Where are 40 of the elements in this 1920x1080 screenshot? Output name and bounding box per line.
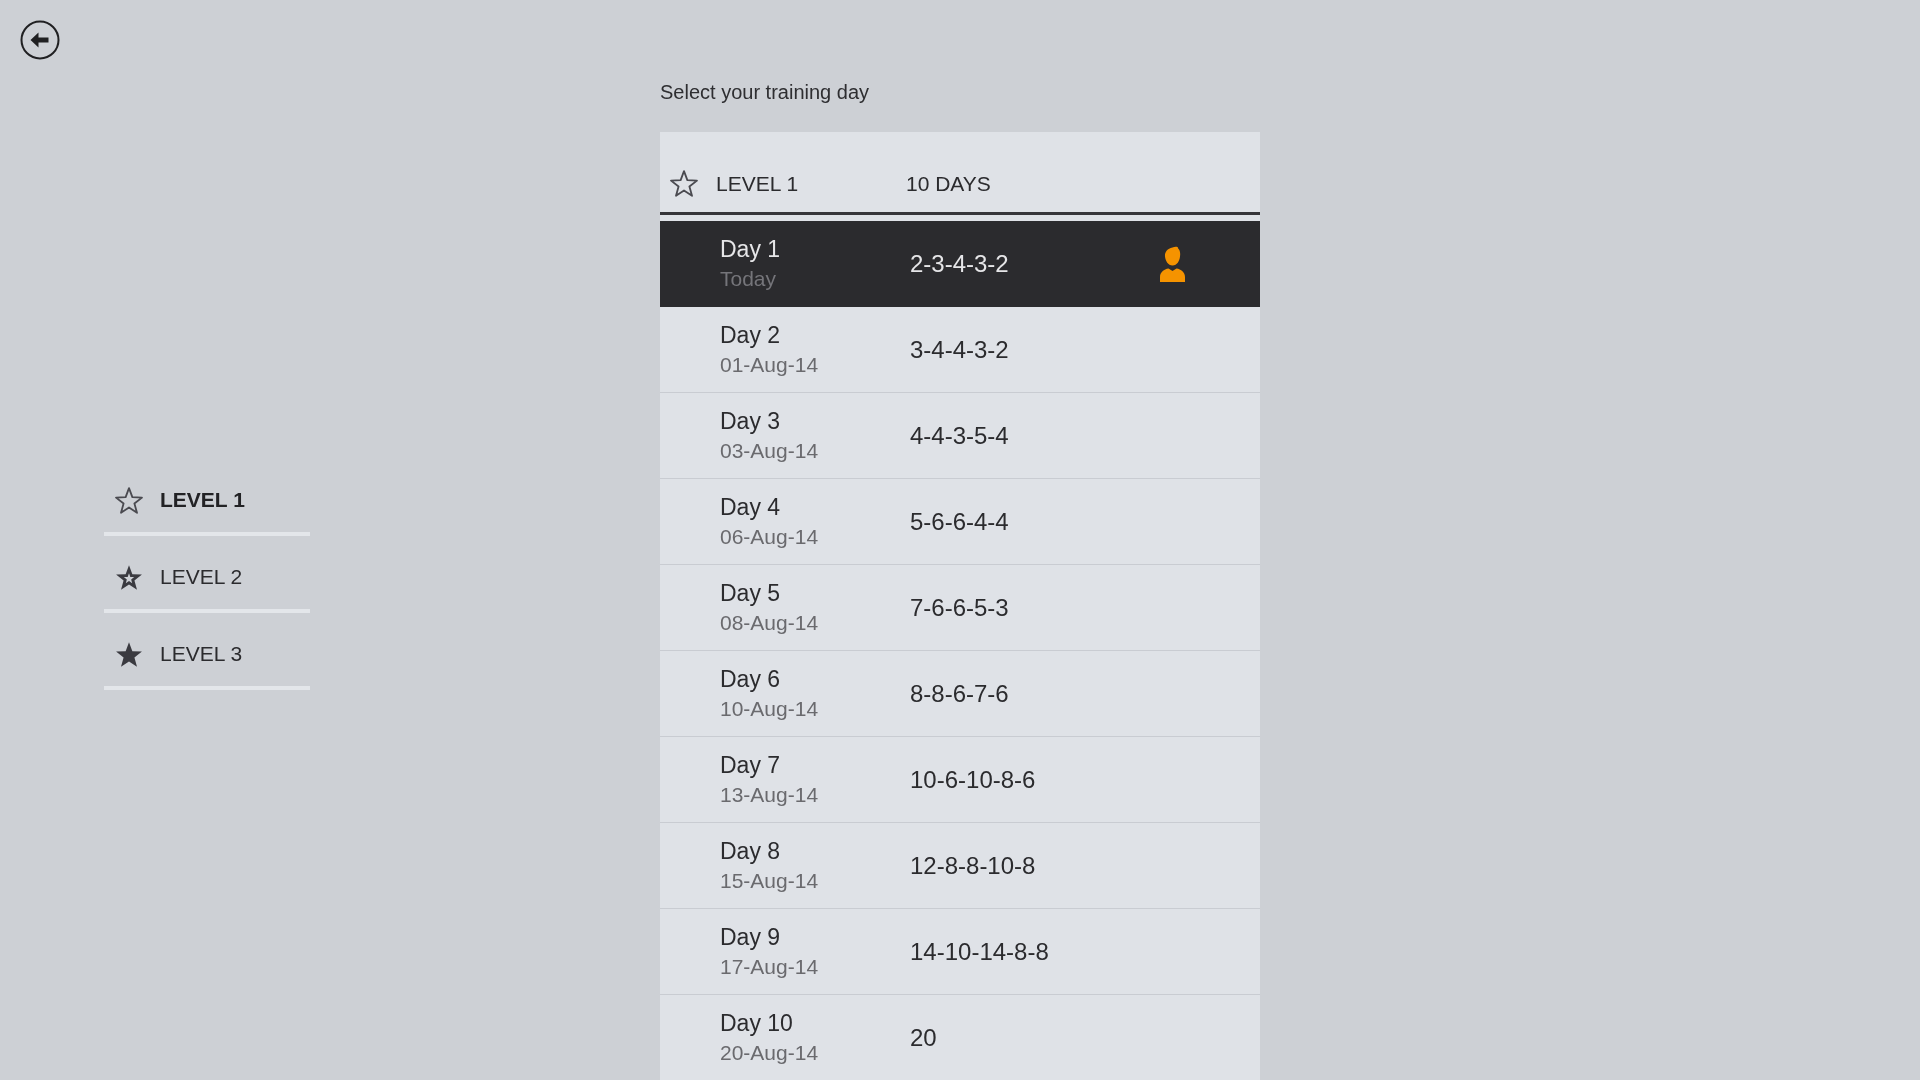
- day-label: Day 9: [720, 922, 781, 952]
- date-label: 15-Aug-14: [720, 867, 819, 894]
- date-label: 13-Aug-14: [720, 781, 819, 808]
- rep-sequence: 10-6-10-8-6: [910, 764, 1036, 795]
- date-label: 17-Aug-14: [720, 953, 819, 980]
- back-button[interactable]: [20, 20, 60, 60]
- day-label: Day 8: [720, 836, 781, 866]
- day-label: Day 4: [720, 492, 781, 522]
- page-title: Select your training day: [660, 80, 869, 105]
- day-label: Day 7: [720, 750, 781, 780]
- rep-sequence: 8-8-6-7-6: [910, 678, 1009, 709]
- day-label: Day 10: [720, 1008, 793, 1038]
- date-label: 01-Aug-14: [720, 351, 819, 378]
- day-count: 10 DAYS: [906, 170, 991, 197]
- day-label: Day 1: [720, 234, 781, 264]
- day-label: Day 5: [720, 578, 781, 608]
- rep-sequence: 12-8-8-10-8: [910, 850, 1036, 881]
- rep-sequence: 14-10-14-8-8: [910, 936, 1049, 967]
- date-label: 10-Aug-14: [720, 695, 819, 722]
- star-outline-icon: [670, 170, 698, 197]
- level-menu-item[interactable]: LEVEL 3: [104, 613, 310, 690]
- level-menu-item[interactable]: LEVEL 1: [104, 459, 310, 536]
- date-label: 20-Aug-14: [720, 1039, 819, 1066]
- date-label: 08-Aug-14: [720, 609, 819, 636]
- rep-sequence: 20: [910, 1022, 937, 1053]
- date-label: Today: [720, 265, 777, 292]
- day-label: Day 6: [720, 664, 781, 694]
- rep-sequence: 7-6-6-5-3: [910, 592, 1009, 623]
- rep-sequence: 2-3-4-3-2: [910, 248, 1009, 279]
- rep-sequence: 3-4-4-3-2: [910, 334, 1009, 365]
- rep-sequence: 5-6-6-4-4: [910, 506, 1009, 537]
- rep-sequence: 4-4-3-5-4: [910, 420, 1009, 451]
- date-label: 03-Aug-14: [720, 437, 819, 464]
- level-menu-item[interactable]: LEVEL 2: [104, 536, 310, 613]
- day-label: Day 2: [720, 320, 781, 350]
- day-label: Day 3: [720, 406, 781, 436]
- star-outline-icon: [115, 486, 143, 514]
- training-day-row[interactable]: Day 1 Today 2-3-4-3-2: [660, 221, 1260, 307]
- level-title: LEVEL 1: [716, 170, 799, 197]
- date-label: 06-Aug-14: [720, 523, 819, 550]
